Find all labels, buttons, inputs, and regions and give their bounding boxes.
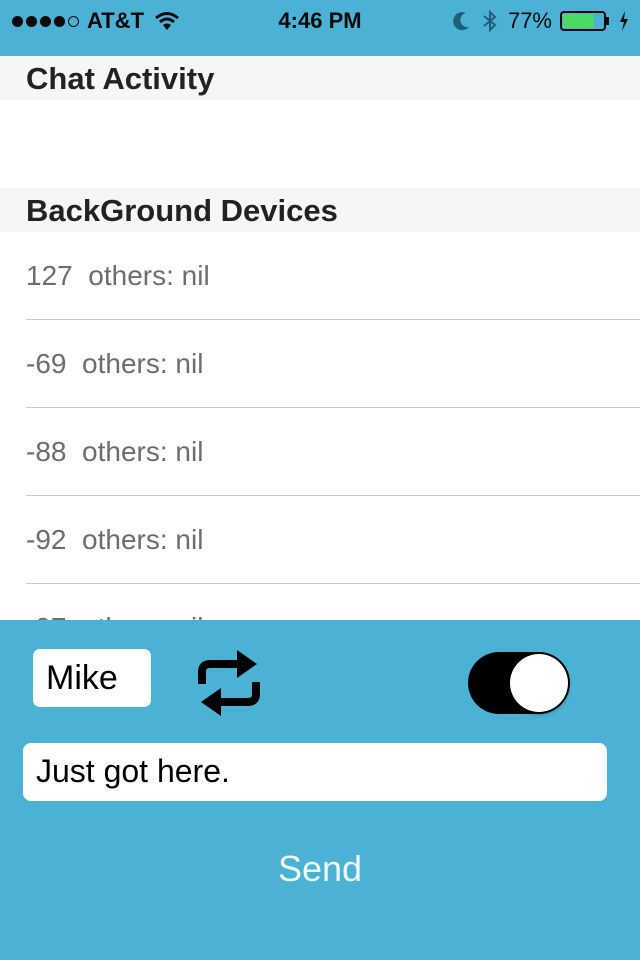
send-button[interactable]: Send — [220, 848, 420, 896]
message-field-value: Just got here. — [36, 753, 230, 789]
message-field[interactable]: Just got here. — [23, 743, 607, 801]
list-item[interactable]: -88 others: nil — [0, 408, 640, 496]
refresh-icon[interactable] — [193, 642, 265, 724]
charging-bolt-icon — [620, 11, 628, 31]
section-header-chat-activity: Chat Activity — [0, 56, 640, 100]
name-field[interactable]: Mike — [33, 649, 151, 707]
toggle-knob — [510, 654, 568, 712]
status-right: 77% — [452, 8, 630, 34]
device-list[interactable]: 127 others: nil -69 others: nil -88 othe… — [0, 232, 640, 622]
battery-percentage: 77% — [507, 8, 552, 33]
list-item[interactable]: -92 others: nil — [0, 496, 640, 584]
section-header-background-devices: BackGround Devices — [0, 188, 640, 232]
device-label: -88 others: nil — [26, 436, 204, 467]
status-bar: AT&T 4:46 PM 77% — [0, 0, 640, 56]
list-item[interactable]: -97 others: nil — [0, 584, 640, 622]
list-item[interactable]: 127 others: nil — [0, 232, 640, 320]
list-item[interactable]: -69 others: nil — [0, 320, 640, 408]
battery-icon — [560, 11, 609, 31]
device-label: -92 others: nil — [26, 524, 204, 555]
compose-panel: Mike Just got here. Send — [0, 620, 640, 960]
name-field-value: Mike — [46, 659, 118, 697]
bluetooth-icon — [483, 9, 497, 33]
toggle-switch[interactable] — [468, 652, 570, 714]
section-title: Chat Activity — [26, 61, 215, 96]
section-title: BackGround Devices — [26, 193, 338, 228]
device-label: 127 others: nil — [26, 260, 210, 291]
device-label: -69 others: nil — [26, 348, 204, 379]
moon-icon — [453, 12, 469, 31]
